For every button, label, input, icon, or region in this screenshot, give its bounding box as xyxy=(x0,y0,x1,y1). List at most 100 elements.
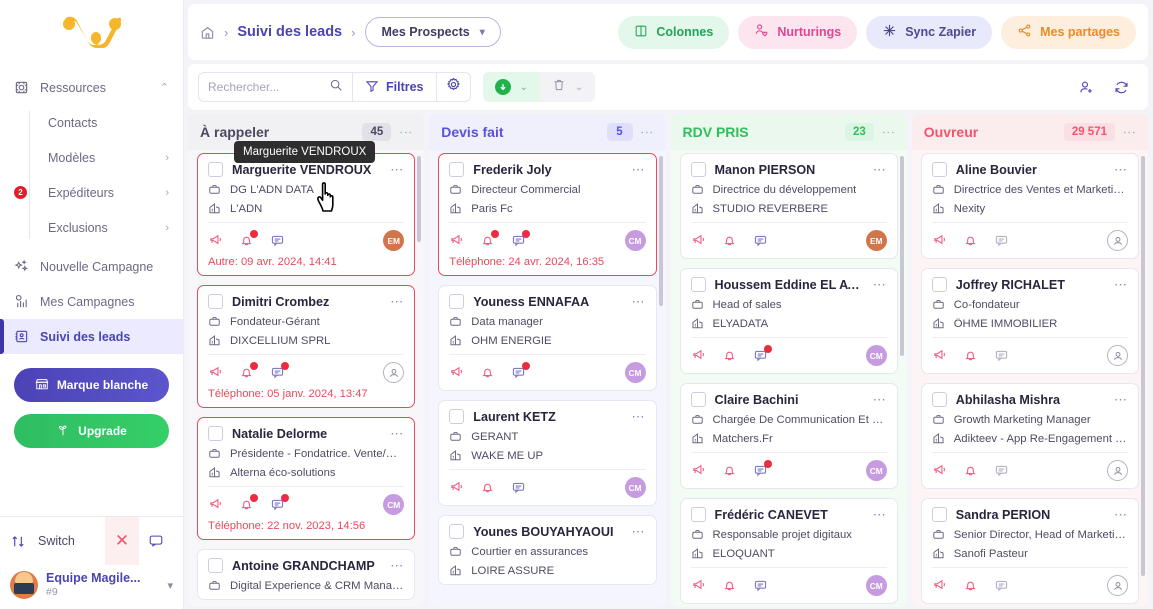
card-menu-icon[interactable]: ⋯ xyxy=(632,410,646,423)
bell-icon[interactable] xyxy=(963,463,978,478)
bell-icon[interactable] xyxy=(239,362,258,380)
card-checkbox[interactable] xyxy=(208,162,223,177)
sidebar-item-mes-campagnes[interactable]: Mes Campagnes xyxy=(0,284,183,319)
megaphone-icon[interactable] xyxy=(691,578,706,593)
sidebar-item-suivi-des-leads[interactable]: Suivi des leads xyxy=(0,319,183,354)
upgrade-button[interactable]: Upgrade xyxy=(14,414,169,448)
lead-card[interactable]: Frederik Joly ⋯ Directeur Commercial Paris … xyxy=(438,153,657,276)
card-checkbox[interactable] xyxy=(208,294,223,309)
card-menu-icon[interactable]: ⋯ xyxy=(390,427,404,440)
bell-icon[interactable] xyxy=(239,494,258,512)
card-checkbox[interactable] xyxy=(690,392,706,407)
card-menu-icon[interactable]: ⋯ xyxy=(873,278,887,291)
add-user-icon[interactable] xyxy=(1078,79,1095,96)
sidebar-item-contacts[interactable]: Contacts xyxy=(30,105,183,140)
card-menu-icon[interactable]: ⋯ xyxy=(632,295,646,308)
megaphone-icon[interactable] xyxy=(208,365,223,380)
megaphone-icon[interactable] xyxy=(932,578,947,593)
megaphone-icon[interactable] xyxy=(932,233,947,248)
megaphone-icon[interactable] xyxy=(691,463,706,478)
card-menu-icon[interactable]: ⋯ xyxy=(1114,163,1128,176)
colonnes-button[interactable]: Colonnes xyxy=(618,15,730,49)
lead-card[interactable]: Natalie Delorme ⋯ Présidente - Fondatrice.… xyxy=(197,417,416,540)
card-checkbox[interactable] xyxy=(208,558,223,573)
lead-card[interactable]: Aline Bouvier ⋯ Directrice des Ventes et M… xyxy=(920,153,1139,259)
delete-button[interactable]: ⌄ xyxy=(539,72,596,102)
bell-icon[interactable] xyxy=(963,233,978,248)
bell-icon[interactable] xyxy=(963,578,978,593)
bell-icon[interactable] xyxy=(963,348,978,363)
megaphone-icon[interactable] xyxy=(449,480,464,495)
close-icon[interactable]: ✕ xyxy=(105,517,139,565)
card-menu-icon[interactable]: ⋯ xyxy=(873,393,887,406)
comment-icon[interactable] xyxy=(270,233,285,248)
card-menu-icon[interactable]: ⋯ xyxy=(873,163,887,176)
lead-card[interactable]: Joffrey RICHALET ⋯ Co-fondateur ÔHME IMMOBI… xyxy=(920,268,1139,374)
card-checkbox[interactable] xyxy=(931,392,947,407)
column-scrollbar[interactable] xyxy=(899,156,904,356)
search-box[interactable] xyxy=(199,73,353,101)
card-checkbox[interactable] xyxy=(208,426,223,441)
lead-card[interactable]: Sandra PERION ⋯ Senior Director, Head of M… xyxy=(920,498,1139,604)
sidebar-item-nouvelle-campagne[interactable]: Nouvelle Campagne xyxy=(0,249,183,284)
card-checkbox[interactable] xyxy=(931,507,947,522)
sidebar-item-expediteurs[interactable]: 2 Expéditeurs › xyxy=(14,175,183,210)
comment-icon[interactable] xyxy=(753,460,772,478)
search-icon[interactable] xyxy=(329,78,343,97)
chevron-down-icon[interactable]: ⌄ xyxy=(520,82,528,93)
sidebar-item-modeles[interactable]: Modèles › xyxy=(30,140,183,175)
column-scrollbar[interactable] xyxy=(1141,156,1145,576)
card-menu-icon[interactable]: ⋯ xyxy=(390,559,404,572)
comment-icon[interactable] xyxy=(994,233,1009,248)
comment-icon[interactable] xyxy=(994,348,1009,363)
bell-icon[interactable] xyxy=(239,230,258,248)
column-cards[interactable]: Frederik Joly ⋯ Directeur Commercial Paris … xyxy=(429,150,665,607)
settings-button[interactable] xyxy=(437,73,470,101)
bell-icon[interactable] xyxy=(480,365,495,380)
chat-icon[interactable] xyxy=(139,533,173,549)
bell-icon[interactable] xyxy=(722,463,737,478)
megaphone-icon[interactable] xyxy=(449,233,464,248)
card-menu-icon[interactable]: ⋯ xyxy=(873,508,887,521)
card-checkbox[interactable] xyxy=(449,162,465,177)
prospects-select[interactable]: Mes Prospects ▾ xyxy=(365,17,501,47)
megaphone-icon[interactable] xyxy=(932,463,947,478)
lead-card[interactable]: Antoine GRANDCHAMP ⋯ Digital Experience & … xyxy=(197,549,416,600)
logo[interactable] xyxy=(0,0,183,62)
nurturings-button[interactable]: Nurturings xyxy=(738,15,858,49)
lead-card[interactable]: Claire Bachini ⋯ Chargée De Communication … xyxy=(679,383,898,489)
card-menu-icon[interactable]: ⋯ xyxy=(632,525,646,538)
team-selector[interactable]: Equipe Magile... #9 ▾ xyxy=(0,565,183,609)
column-menu-icon[interactable]: ⋮ xyxy=(881,126,896,139)
comment-icon[interactable] xyxy=(994,463,1009,478)
refresh-icon[interactable] xyxy=(1113,79,1130,96)
chevron-down-icon[interactable]: ⌄ xyxy=(575,82,583,93)
card-checkbox[interactable] xyxy=(690,162,706,177)
column-menu-icon[interactable]: ⋮ xyxy=(640,126,655,139)
card-checkbox[interactable] xyxy=(690,507,706,522)
column-cards[interactable]: Aline Bouvier ⋯ Directrice des Ventes et M… xyxy=(912,150,1148,607)
column-menu-icon[interactable]: ⋮ xyxy=(1122,126,1137,139)
search-input[interactable] xyxy=(208,80,323,94)
card-menu-icon[interactable]: ⋯ xyxy=(390,295,404,308)
comment-icon[interactable] xyxy=(994,578,1009,593)
megaphone-icon[interactable] xyxy=(691,233,706,248)
marque-blanche-button[interactable]: Marque blanche xyxy=(14,368,169,402)
bell-icon[interactable] xyxy=(480,230,500,248)
card-menu-icon[interactable]: ⋯ xyxy=(390,163,404,176)
bell-icon[interactable] xyxy=(722,578,737,593)
lead-card[interactable]: Abhilasha Mishra ⋯ Growth Marketing Manage… xyxy=(920,383,1139,489)
lead-card[interactable]: Frédéric CANEVET ⋯ Responsable projet digi… xyxy=(679,498,898,604)
megaphone-icon[interactable] xyxy=(932,348,947,363)
comment-icon[interactable] xyxy=(753,233,768,248)
card-checkbox[interactable] xyxy=(931,277,947,292)
comment-icon[interactable] xyxy=(270,362,289,380)
card-checkbox[interactable] xyxy=(449,524,465,539)
bell-icon[interactable] xyxy=(722,233,737,248)
bell-icon[interactable] xyxy=(480,480,495,495)
download-button[interactable]: ⌄ xyxy=(482,72,540,102)
sidebar-item-exclusions[interactable]: Exclusions › xyxy=(30,210,183,245)
card-menu-icon[interactable]: ⋯ xyxy=(1114,393,1128,406)
column-menu-icon[interactable]: ⋮ xyxy=(398,126,413,139)
card-menu-icon[interactable]: ⋯ xyxy=(1114,508,1128,521)
